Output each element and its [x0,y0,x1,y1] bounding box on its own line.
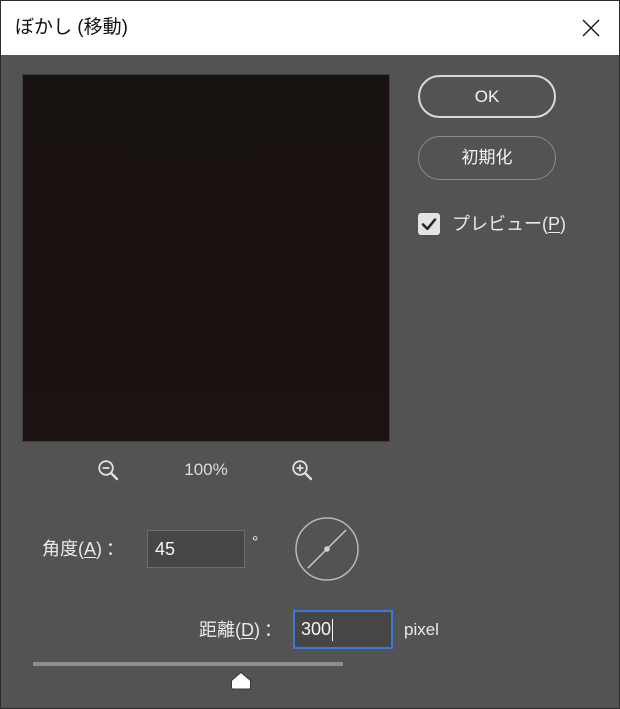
angle-input-value: 45 [155,539,176,559]
preview-label-close: ) [560,214,567,234]
angle-dial-center [324,546,330,552]
preview-canvas[interactable] [22,74,390,442]
angle-label-colon: ： [106,539,125,559]
angle-label-mnemonic: A [84,539,97,559]
degree-unit: ° [252,534,259,551]
angle-input[interactable]: 45 [147,530,245,568]
zoom-in-button[interactable] [290,458,314,482]
close-button[interactable] [578,15,604,41]
distance-label-close: ) [254,620,260,640]
distance-label: 距離(D)： [121,618,282,642]
text-caret [332,619,334,642]
motion-blur-dialog: ぼかし (移動) 100% OK 初期化 プレビュー(P) 角度(A) ： 45… [0,0,620,709]
zoom-out-icon [98,460,119,481]
reset-button[interactable]: 初期化 [418,136,556,180]
dialog-title: ぼかし (移動) [15,17,128,38]
distance-label-text: 距離( [199,620,241,640]
angle-label-text: 角度( [42,539,84,559]
distance-slider-handle[interactable] [230,671,252,690]
distance-slider-track[interactable] [33,662,343,666]
pixel-unit: pixel [404,620,439,639]
slider-handle-icon [230,671,251,690]
preview-checkbox-label[interactable]: プレビュー(P) [452,212,566,236]
check-icon [421,218,437,231]
distance-input[interactable]: 300 [293,610,393,649]
zoom-in-icon [292,460,313,481]
title-bar: ぼかし (移動) [1,1,619,55]
angle-label-close: ) [96,539,103,559]
angle-label: 角度(A)： [42,537,124,561]
distance-label-colon: ： [264,620,282,640]
angle-dial[interactable] [294,516,360,582]
preview-label-mnemonic: P [548,214,561,234]
ok-button[interactable]: OK [418,75,556,118]
zoom-level: 100% [184,460,228,479]
close-icon [582,19,600,37]
distance-input-value: 300 [301,619,332,639]
zoom-out-button[interactable] [96,458,120,482]
preview-checkbox[interactable] [418,213,440,235]
preview-label-text: プレビュー( [452,214,548,234]
ok-button-label: OK [474,87,500,106]
distance-label-mnemonic: D [241,620,254,640]
reset-button-label: 初期化 [461,148,513,167]
